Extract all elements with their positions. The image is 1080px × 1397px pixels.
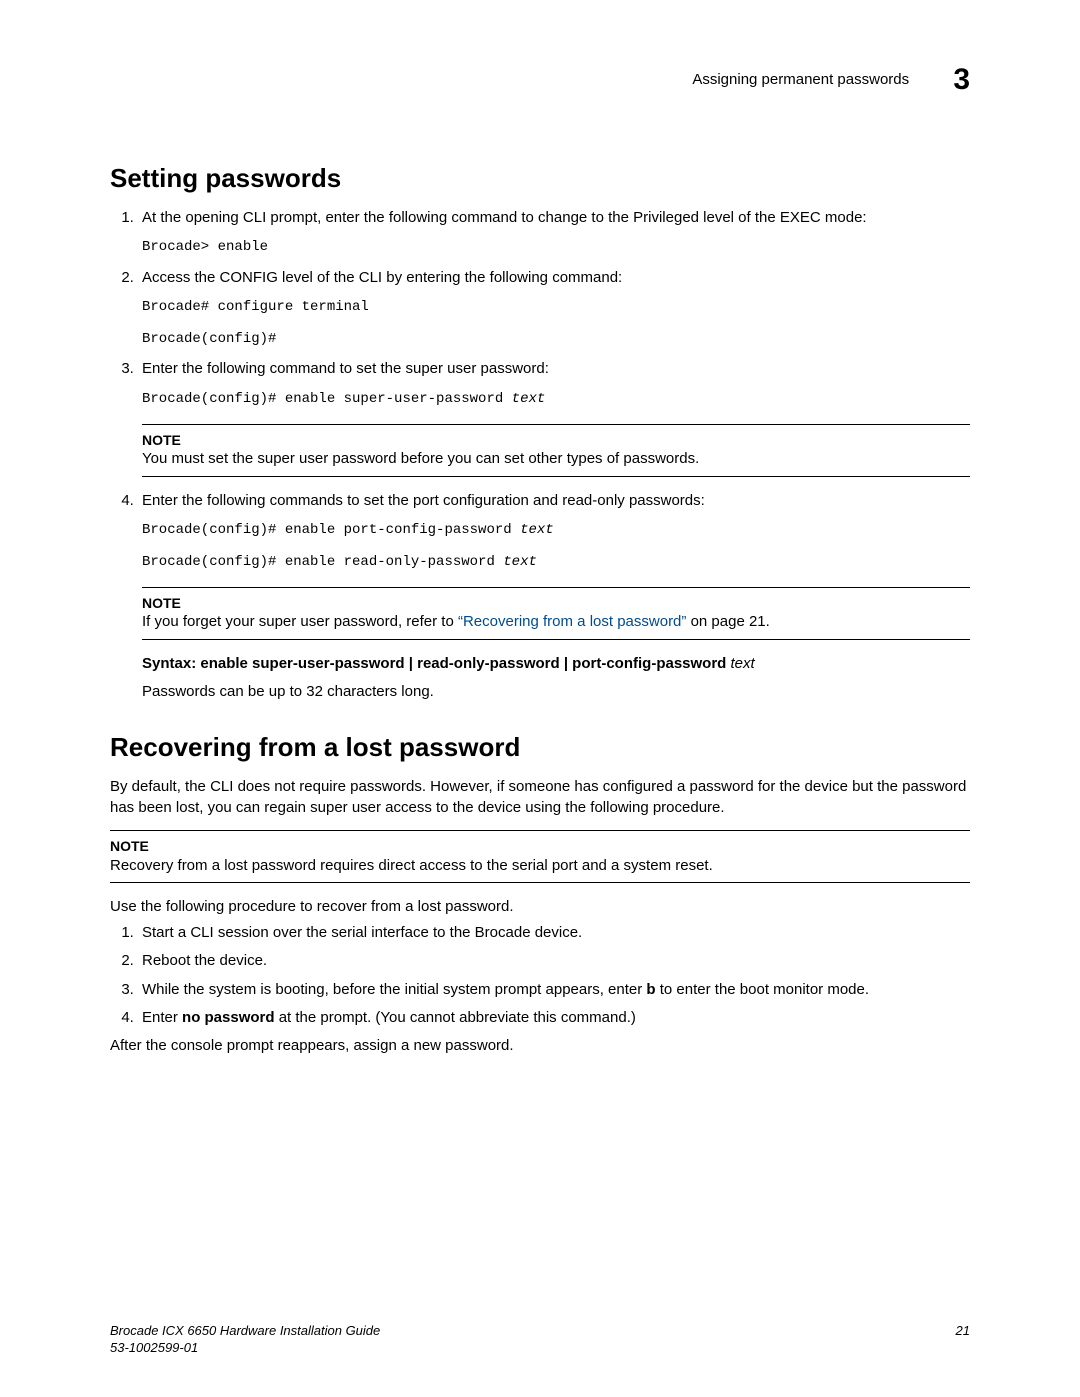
recover-step-4-pre: Enter: [142, 1009, 182, 1026]
step-4-text: Enter the following commands to set the …: [142, 492, 705, 509]
recovering-lead: Use the following procedure to recover f…: [110, 897, 970, 917]
chapter-number: 3: [953, 60, 970, 101]
recovering-after: After the console prompt reappears, assi…: [110, 1036, 970, 1056]
recovering-password-heading: Recovering from a lost password: [110, 730, 970, 765]
step-3: Enter the following command to set the s…: [138, 359, 970, 476]
note-1-text: You must set the super user password bef…: [142, 449, 970, 469]
step-4-code-a: Brocade(config)# enable port-config-pass…: [142, 519, 970, 543]
step-4: Enter the following commands to set the …: [138, 491, 970, 702]
syntax-arg: text: [726, 655, 754, 672]
note-block-1: NOTE You must set the super user passwor…: [142, 424, 970, 477]
step-1-text: At the opening CLI prompt, enter the fol…: [142, 209, 867, 226]
step-2-text: Access the CONFIG level of the CLI by en…: [142, 269, 622, 286]
step-1: At the opening CLI prompt, enter the fol…: [138, 208, 970, 260]
page-footer: Brocade ICX 6650 Hardware Installation G…: [110, 1322, 970, 1357]
note-3-label: NOTE: [110, 837, 970, 856]
step-2: Access the CONFIG level of the CLI by en…: [138, 268, 970, 352]
page-header: Assigning permanent passwords 3: [110, 60, 970, 101]
step-4-code-b: Brocade(config)# enable read-only-passwo…: [142, 551, 970, 575]
recover-step-4: Enter no password at the prompt. (You ca…: [138, 1008, 970, 1028]
note-3-text: Recovery from a lost password requires d…: [110, 856, 970, 876]
step-4b-italic: text: [503, 554, 537, 570]
recover-step-3-bold: b: [646, 981, 655, 998]
note-block-2: NOTE If you forget your super user passw…: [142, 587, 970, 640]
step-2-code-b: Brocade(config)#: [142, 328, 970, 352]
note-2-label: NOTE: [142, 594, 970, 613]
note-1-label: NOTE: [142, 431, 970, 450]
note-2-pre: If you forget your super user password, …: [142, 613, 458, 630]
footer-doc-title: Brocade ICX 6650 Hardware Installation G…: [110, 1322, 380, 1340]
section-title-header: Assigning permanent passwords: [692, 70, 909, 90]
note-2-post: on page 21.: [686, 613, 769, 630]
footer-left: Brocade ICX 6650 Hardware Installation G…: [110, 1322, 380, 1357]
recovering-intro: By default, the CLI does not require pas…: [110, 777, 970, 818]
footer-doc-number: 53-1002599-01: [110, 1339, 380, 1357]
step-4a-prefix: Brocade(config)# enable port-config-pass…: [142, 522, 520, 538]
note-block-3: NOTE Recovery from a lost password requi…: [110, 830, 970, 883]
step-4b-prefix: Brocade(config)# enable read-only-passwo…: [142, 554, 503, 570]
recovering-password-link[interactable]: “Recovering from a lost password”: [458, 613, 686, 630]
step-2-code-a: Brocade# configure terminal: [142, 296, 970, 320]
recovering-steps: Start a CLI session over the serial inte…: [110, 923, 970, 1028]
recover-step-3: While the system is booting, before the …: [138, 980, 970, 1000]
syntax-label: Syntax:: [142, 655, 200, 672]
recover-step-2: Reboot the device.: [138, 951, 970, 971]
step-3-text: Enter the following command to set the s…: [142, 360, 549, 377]
recover-step-3-pre: While the system is booting, before the …: [142, 981, 646, 998]
syntax-line: Syntax: enable super-user-password | rea…: [142, 654, 970, 674]
password-length-note: Passwords can be up to 32 characters lon…: [142, 682, 970, 702]
step-3-code-prefix: Brocade(config)# enable super-user-passw…: [142, 391, 512, 407]
step-4a-italic: text: [520, 522, 554, 538]
recover-step-4-post: at the prompt. (You cannot abbreviate th…: [275, 1009, 636, 1026]
recover-step-3-post: to enter the boot monitor mode.: [656, 981, 869, 998]
recover-step-4-bold: no password: [182, 1009, 275, 1026]
footer-page-number: 21: [956, 1322, 970, 1357]
setting-passwords-heading: Setting passwords: [110, 161, 970, 196]
recover-step-1: Start a CLI session over the serial inte…: [138, 923, 970, 943]
step-1-code: Brocade> enable: [142, 236, 970, 260]
syntax-command: enable super-user-password | read-only-p…: [200, 655, 726, 672]
setting-passwords-steps: At the opening CLI prompt, enter the fol…: [110, 208, 970, 703]
step-3-code-italic: text: [512, 391, 546, 407]
note-2-text: If you forget your super user password, …: [142, 612, 970, 632]
step-3-code: Brocade(config)# enable super-user-passw…: [142, 388, 970, 412]
